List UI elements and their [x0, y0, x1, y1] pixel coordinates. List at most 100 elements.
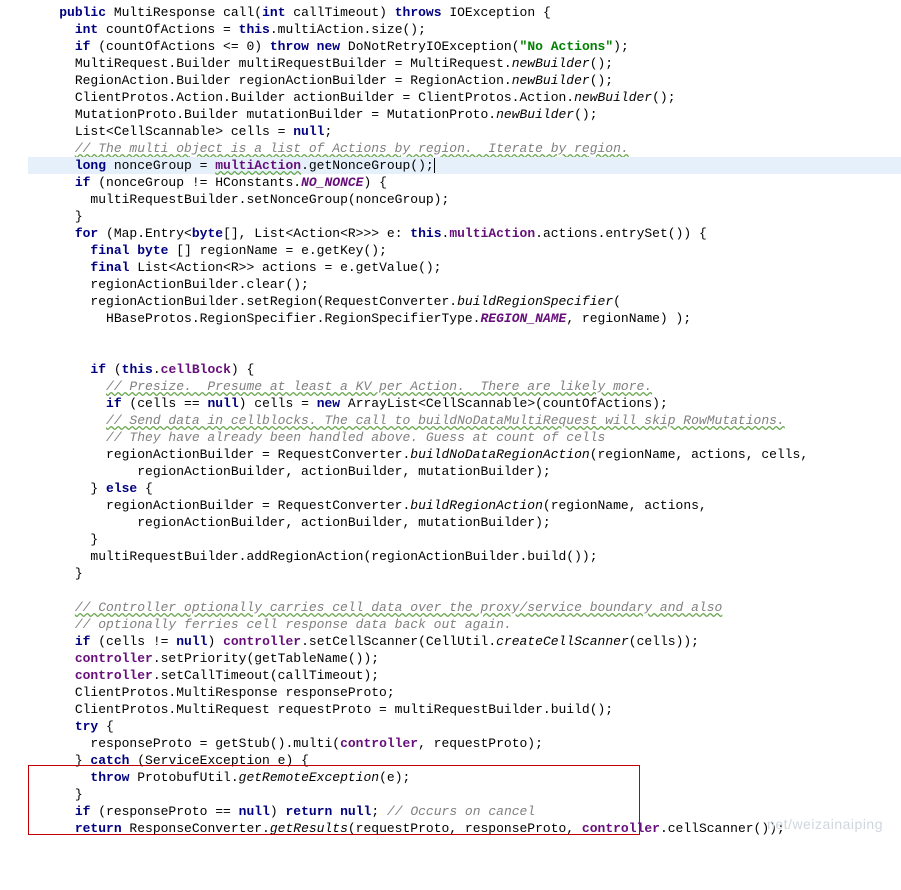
code-line[interactable]: if (cells == null) cells = new ArrayList… [28, 395, 901, 412]
code-text: (cells)); [629, 634, 699, 649]
code-line[interactable]: // They have already been handled above.… [28, 429, 901, 446]
code-line[interactable] [28, 344, 901, 361]
code-text: ( [254, 5, 262, 20]
text-cursor [434, 158, 435, 173]
code-line[interactable]: } else { [28, 480, 901, 497]
code-text: ProtobufUtil. [129, 770, 238, 785]
code-text: List<Action<R>> actions = e.getValue(); [129, 260, 441, 275]
code-line[interactable]: controller.setPriority(getTableName()); [28, 650, 901, 667]
keyword-null: null [207, 396, 238, 411]
keyword-throws: throws [395, 5, 442, 20]
keyword-this: this [239, 22, 270, 37]
code-line[interactable]: if (nonceGroup != HConstants.NO_NONCE) { [28, 174, 901, 191]
code-text: , requestProto); [418, 736, 543, 751]
code-line[interactable]: ClientProtos.MultiRequest requestProto =… [28, 701, 901, 718]
keyword-return: return [75, 821, 122, 836]
static-method: createCellScanner [496, 634, 629, 649]
code-editor[interactable]: public MultiResponse call(int callTimeou… [0, 0, 901, 841]
code-line[interactable]: List<CellScannable> cells = null; [28, 123, 901, 140]
code-text: (cells == [122, 396, 208, 411]
field-ref: cellBlock [161, 362, 231, 377]
code-text: ; [371, 804, 387, 819]
code-line[interactable]: // optionally ferries cell response data… [28, 616, 901, 633]
code-line[interactable]: regionActionBuilder = RequestConverter.b… [28, 446, 901, 463]
code-text: regionActionBuilder, actionBuilder, muta… [137, 464, 550, 479]
code-line[interactable]: responseProto = getStub().multi(controll… [28, 735, 901, 752]
code-text: regionActionBuilder = RequestConverter. [106, 447, 410, 462]
code-line[interactable]: regionActionBuilder = RequestConverter.b… [28, 497, 901, 514]
code-text: ); [613, 39, 629, 54]
code-text: { [98, 719, 114, 734]
code-line[interactable]: int countOfActions = this.multiAction.si… [28, 21, 901, 38]
static-method: newBuilder [574, 90, 652, 105]
code-line[interactable]: ClientProtos.Action.Builder actionBuilde… [28, 89, 901, 106]
code-text: RegionAction.Builder regionActionBuilder… [75, 73, 512, 88]
code-line[interactable]: regionActionBuilder, actionBuilder, muta… [28, 463, 901, 480]
keyword-if: if [90, 362, 106, 377]
keyword-public: public [59, 5, 106, 20]
code-line[interactable]: ClientProtos.MultiResponse responseProto… [28, 684, 901, 701]
keyword-int: int [75, 22, 98, 37]
code-text: ; [324, 124, 332, 139]
code-text: ) { [231, 362, 254, 377]
code-line[interactable]: RegionAction.Builder regionActionBuilder… [28, 72, 901, 89]
code-line[interactable]: } catch (ServiceException e) { [28, 752, 901, 769]
code-line[interactable]: multiRequestBuilder.addRegionAction(regi… [28, 548, 901, 565]
code-text: ResponseConverter. [122, 821, 270, 836]
code-text: ClientProtos.MultiResponse responseProto… [75, 685, 395, 700]
code-line[interactable]: final byte [] regionName = e.getKey(); [28, 242, 901, 259]
code-line[interactable]: // Controller optionally carries cell da… [28, 599, 901, 616]
code-text: (e); [379, 770, 410, 785]
code-line[interactable]: regionActionBuilder.setRegion(RequestCon… [28, 293, 901, 310]
code-text: callTimeout) [286, 5, 395, 20]
code-text: .multiAction.size(); [270, 22, 426, 37]
code-text: .setCallTimeout(callTimeout); [153, 668, 379, 683]
code-line[interactable]: if (countOfActions <= 0) throw new DoNot… [28, 38, 901, 55]
code-line[interactable]: if (cells != null) controller.setCellSca… [28, 633, 901, 650]
code-line[interactable]: controller.setCallTimeout(callTimeout); [28, 667, 901, 684]
code-line[interactable]: try { [28, 718, 901, 735]
code-line[interactable]: regionActionBuilder.clear(); [28, 276, 901, 293]
code-text: DoNotRetryIOException( [340, 39, 519, 54]
code-line[interactable]: if (this.cellBlock) { [28, 361, 901, 378]
comment: // Send data in cellblocks. The call to … [106, 413, 785, 428]
code-line[interactable]: public MultiResponse call(int callTimeou… [28, 4, 901, 21]
code-line[interactable] [28, 582, 901, 599]
code-line[interactable]: regionActionBuilder, actionBuilder, muta… [28, 514, 901, 531]
code-line[interactable]: } [28, 565, 901, 582]
code-text: (); [574, 107, 597, 122]
code-line[interactable] [28, 327, 901, 344]
code-line[interactable]: for (Map.Entry<byte[], List<Action<R>>> … [28, 225, 901, 242]
code-text: .getNonceGroup(); [301, 158, 434, 173]
code-text: ) cells = [239, 396, 317, 411]
code-line[interactable]: MultiRequest.Builder multiRequestBuilder… [28, 55, 901, 72]
code-text: multiRequestBuilder.addRegionAction(regi… [90, 549, 597, 564]
code-text: HBaseProtos.RegionSpecifier.RegionSpecif… [106, 311, 480, 326]
code-line[interactable]: } [28, 208, 901, 225]
code-line[interactable]: MutationProto.Builder mutationBuilder = … [28, 106, 901, 123]
code-text: .actions.entrySet()) { [535, 226, 707, 241]
code-text: regionActionBuilder.setRegion(RequestCon… [90, 294, 457, 309]
field-ref: multiAction [215, 158, 301, 173]
code-line-highlighted[interactable]: long nonceGroup = multiAction.getNonceGr… [28, 157, 901, 174]
static-method: buildRegionSpecifier [457, 294, 613, 309]
keyword-if: if [75, 634, 91, 649]
comment: // optionally ferries cell response data… [75, 617, 512, 632]
code-text: (ServiceException e) { [129, 753, 308, 768]
code-text: } [90, 532, 98, 547]
code-line[interactable]: } [28, 786, 901, 803]
code-line[interactable]: // Send data in cellblocks. The call to … [28, 412, 901, 429]
code-line[interactable]: // Presize. Presume at least a KV per Ac… [28, 378, 901, 395]
keyword-null: null [293, 124, 324, 139]
code-text: ClientProtos.Action.Builder actionBuilde… [75, 90, 574, 105]
code-line[interactable]: HBaseProtos.RegionSpecifier.RegionSpecif… [28, 310, 901, 327]
code-text: . [153, 362, 161, 377]
code-text: { [137, 481, 153, 496]
keyword-else: else [106, 481, 137, 496]
code-line[interactable]: throw ProtobufUtil.getRemoteException(e)… [28, 769, 901, 786]
static-field: NO_NONCE [301, 175, 363, 190]
code-line[interactable]: multiRequestBuilder.setNonceGroup(nonceG… [28, 191, 901, 208]
code-line[interactable]: // The multi object is a list of Actions… [28, 140, 901, 157]
code-line[interactable]: final List<Action<R>> actions = e.getVal… [28, 259, 901, 276]
code-line[interactable]: } [28, 531, 901, 548]
